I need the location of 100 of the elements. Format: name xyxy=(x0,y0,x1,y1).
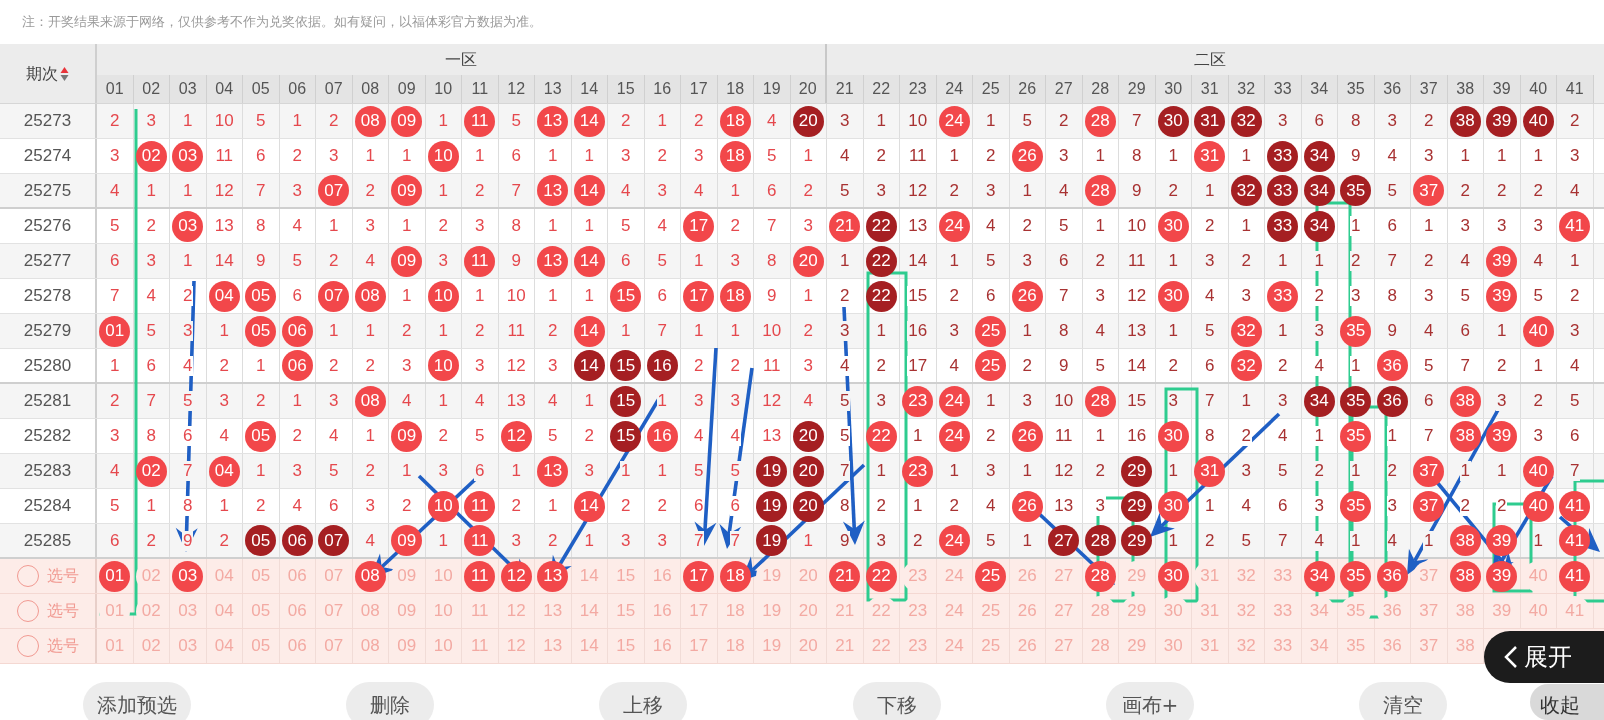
column-header: 08 xyxy=(361,79,380,100)
trend-number: 5 xyxy=(729,461,741,481)
trend-number: 3 xyxy=(839,321,851,341)
trend-number: 9 xyxy=(182,530,194,551)
period-header: 期次 xyxy=(26,62,58,85)
number-option[interactable]: 18 xyxy=(719,560,751,592)
column-header: 07 xyxy=(324,79,343,100)
period-number: 25282 xyxy=(23,425,72,448)
period-number: 25278 xyxy=(23,285,72,308)
number-option[interactable]: 38 xyxy=(1449,560,1481,592)
action-button[interactable]: 画布+ xyxy=(1106,682,1194,720)
trend-number: 6 xyxy=(182,426,194,446)
trend-number: 4 xyxy=(839,355,851,376)
period-number: 25275 xyxy=(23,179,72,202)
collapse-button[interactable]: 收起 xyxy=(1530,684,1604,720)
expand-button[interactable]: 展开 xyxy=(1484,631,1604,683)
trend-number: 1 xyxy=(1350,530,1362,551)
trend-number: 1 xyxy=(1350,216,1362,236)
arrow xyxy=(1558,515,1600,552)
column-header: 30 xyxy=(1164,79,1183,100)
pick-label: 选号 xyxy=(46,635,79,657)
trend-number: 3 xyxy=(1313,496,1325,516)
column-header: 34 xyxy=(1310,79,1329,100)
trend-number: 7 xyxy=(839,461,851,481)
trend-number: 2 xyxy=(1240,426,1252,446)
column-header: 41 xyxy=(1565,79,1584,100)
column-header: 32 xyxy=(1237,79,1256,100)
number-option[interactable]: 21 xyxy=(829,560,861,592)
trend-number: 4 xyxy=(1313,530,1325,551)
number-option[interactable]: 36 xyxy=(1376,560,1408,592)
number-option[interactable]: 35 xyxy=(1340,560,1372,592)
trend-number: 6 xyxy=(474,461,486,481)
column-header: 20 xyxy=(798,79,817,100)
sort-icon[interactable] xyxy=(60,65,69,82)
number-option[interactable]: 39 xyxy=(1486,560,1518,592)
trend-number: 7 xyxy=(182,461,194,481)
number-option[interactable]: 41 xyxy=(1559,560,1591,592)
number-option[interactable]: 03 xyxy=(172,560,204,592)
trend-number: 1 xyxy=(1423,530,1435,551)
column-header: 15 xyxy=(616,79,635,100)
trend-number: 1 xyxy=(1313,426,1325,446)
trend-number: 8 xyxy=(182,496,194,516)
column-header: 27 xyxy=(1054,79,1073,100)
column-header: 26 xyxy=(1018,79,1037,100)
trend-number: 1 xyxy=(1313,251,1325,271)
period-number: 25273 xyxy=(23,110,72,133)
column-header: 01 xyxy=(105,79,124,100)
pick-label: 选号 xyxy=(46,600,79,622)
number-option[interactable]: 01 xyxy=(99,560,131,592)
zone-header: 二区 xyxy=(1194,48,1227,71)
trend-number: 15 xyxy=(907,286,929,306)
action-button[interactable]: 删除 xyxy=(346,682,434,720)
trend-number: 6 xyxy=(729,496,741,516)
column-header: 11 xyxy=(471,79,489,100)
number-option[interactable]: 13 xyxy=(537,560,569,592)
column-header: 12 xyxy=(507,79,526,100)
trend-number: 4 xyxy=(729,426,741,446)
trend-number: 2 xyxy=(1313,286,1325,306)
trend-number: 4 xyxy=(1313,355,1325,376)
number-option[interactable]: 28 xyxy=(1084,560,1116,592)
period-number: 25279 xyxy=(23,320,72,343)
trend-number: 1 xyxy=(1350,461,1362,481)
column-header: 14 xyxy=(580,79,599,100)
chevron-left-icon xyxy=(1504,645,1518,669)
number-option[interactable]: 11 xyxy=(464,560,496,592)
action-button[interactable]: 下移 xyxy=(852,682,941,720)
number-option[interactable]: 22 xyxy=(865,560,897,592)
trend-number: 17 xyxy=(907,355,929,376)
number-option[interactable]: 12 xyxy=(500,560,532,592)
column-header: 22 xyxy=(872,79,891,100)
column-header: 16 xyxy=(653,79,672,100)
period-number: 25274 xyxy=(23,145,72,168)
column-header: 13 xyxy=(543,79,562,100)
action-button[interactable]: 添加预选 xyxy=(82,682,191,720)
column-header: 02 xyxy=(142,79,161,100)
column-header: 21 xyxy=(835,79,854,100)
number-option[interactable]: 25 xyxy=(975,560,1007,592)
trend-number: 2 xyxy=(1350,251,1362,271)
column-header: 17 xyxy=(689,79,708,100)
column-header: 18 xyxy=(726,79,745,100)
period-number: 25283 xyxy=(23,460,72,483)
number-option[interactable]: 30 xyxy=(1157,560,1189,592)
column-header: 39 xyxy=(1492,79,1511,100)
period-number: 25284 xyxy=(23,495,72,518)
column-header: 25 xyxy=(981,79,1000,100)
column-header: 28 xyxy=(1091,79,1110,100)
action-button[interactable]: 上移 xyxy=(599,682,688,720)
action-button[interactable]: 清空 xyxy=(1359,682,1448,720)
period-number: 25276 xyxy=(23,215,72,238)
trend-number: 2 xyxy=(182,286,194,306)
trend-number: 7 xyxy=(1569,461,1581,481)
number-option[interactable]: 34 xyxy=(1303,560,1335,592)
trend-number: 16 xyxy=(907,321,929,341)
number-option[interactable]: 08 xyxy=(354,560,386,592)
column-header: 04 xyxy=(215,79,234,100)
number-option[interactable]: 17 xyxy=(683,560,715,592)
trend-number: 5 xyxy=(839,426,851,446)
trend-number: 2 xyxy=(1313,461,1325,481)
trend-number: 2 xyxy=(1459,496,1471,516)
pick-label: 选号 xyxy=(46,565,79,587)
